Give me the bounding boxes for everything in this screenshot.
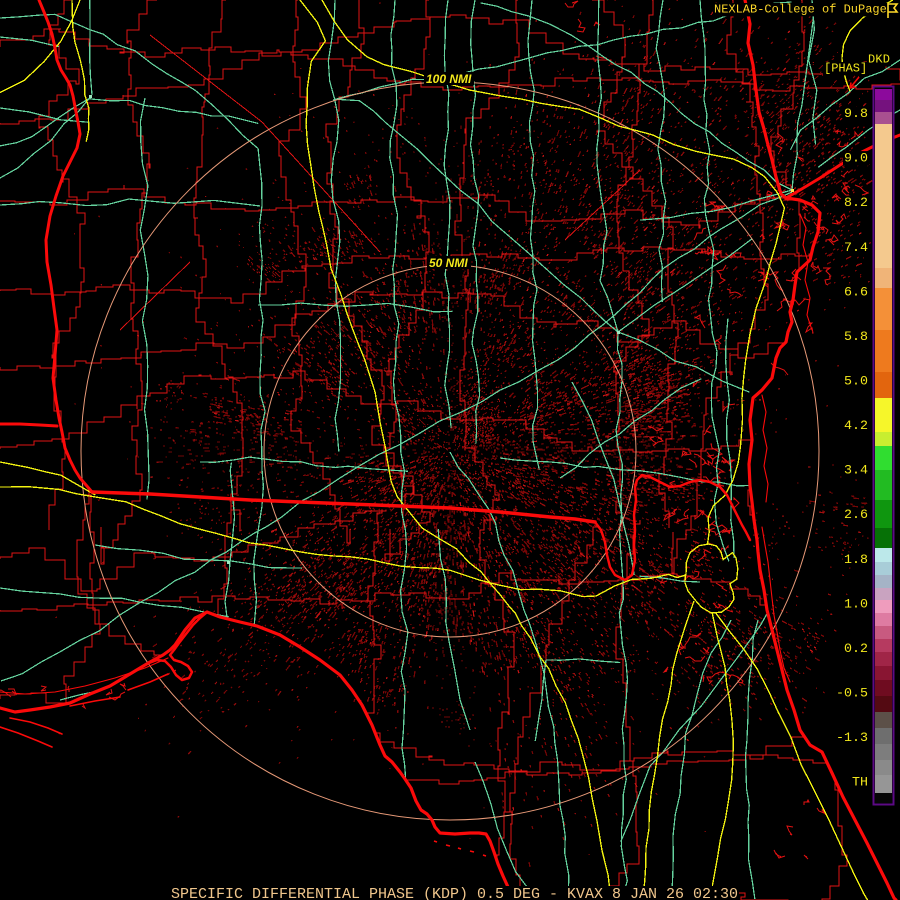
svg-text:5.8: 5.8 — [844, 329, 868, 344]
svg-text:TH: TH — [852, 775, 868, 790]
svg-text:0.2: 0.2 — [844, 641, 868, 656]
svg-text:NEXLAB-College of DuPage: NEXLAB-College of DuPage — [714, 3, 887, 17]
svg-text:5.0: 5.0 — [844, 374, 868, 389]
svg-text:100 NMI: 100 NMI — [426, 72, 472, 86]
svg-text:6.6: 6.6 — [844, 284, 868, 299]
svg-text:2.6: 2.6 — [844, 507, 868, 522]
svg-text:-1.3: -1.3 — [836, 730, 868, 745]
svg-text:9.0: 9.0 — [844, 151, 868, 166]
svg-text:1.0: 1.0 — [844, 596, 868, 611]
svg-text:7.4: 7.4 — [844, 240, 868, 255]
svg-text:[PHAS]: [PHAS] — [824, 62, 867, 76]
svg-text:9.8: 9.8 — [844, 106, 868, 121]
svg-text:SPECIFIC DIFFERENTIAL PHASE (K: SPECIFIC DIFFERENTIAL PHASE (KDP) 0.5 DE… — [171, 886, 738, 900]
svg-text:-0.5: -0.5 — [836, 686, 868, 701]
svg-text:8.2: 8.2 — [844, 195, 868, 210]
svg-text:50 NMI: 50 NMI — [429, 256, 468, 270]
svg-text:3.4: 3.4 — [844, 463, 868, 478]
svg-text:DKD: DKD — [868, 53, 890, 67]
svg-text:1.8: 1.8 — [844, 552, 868, 567]
svg-text:4.2: 4.2 — [844, 418, 868, 433]
